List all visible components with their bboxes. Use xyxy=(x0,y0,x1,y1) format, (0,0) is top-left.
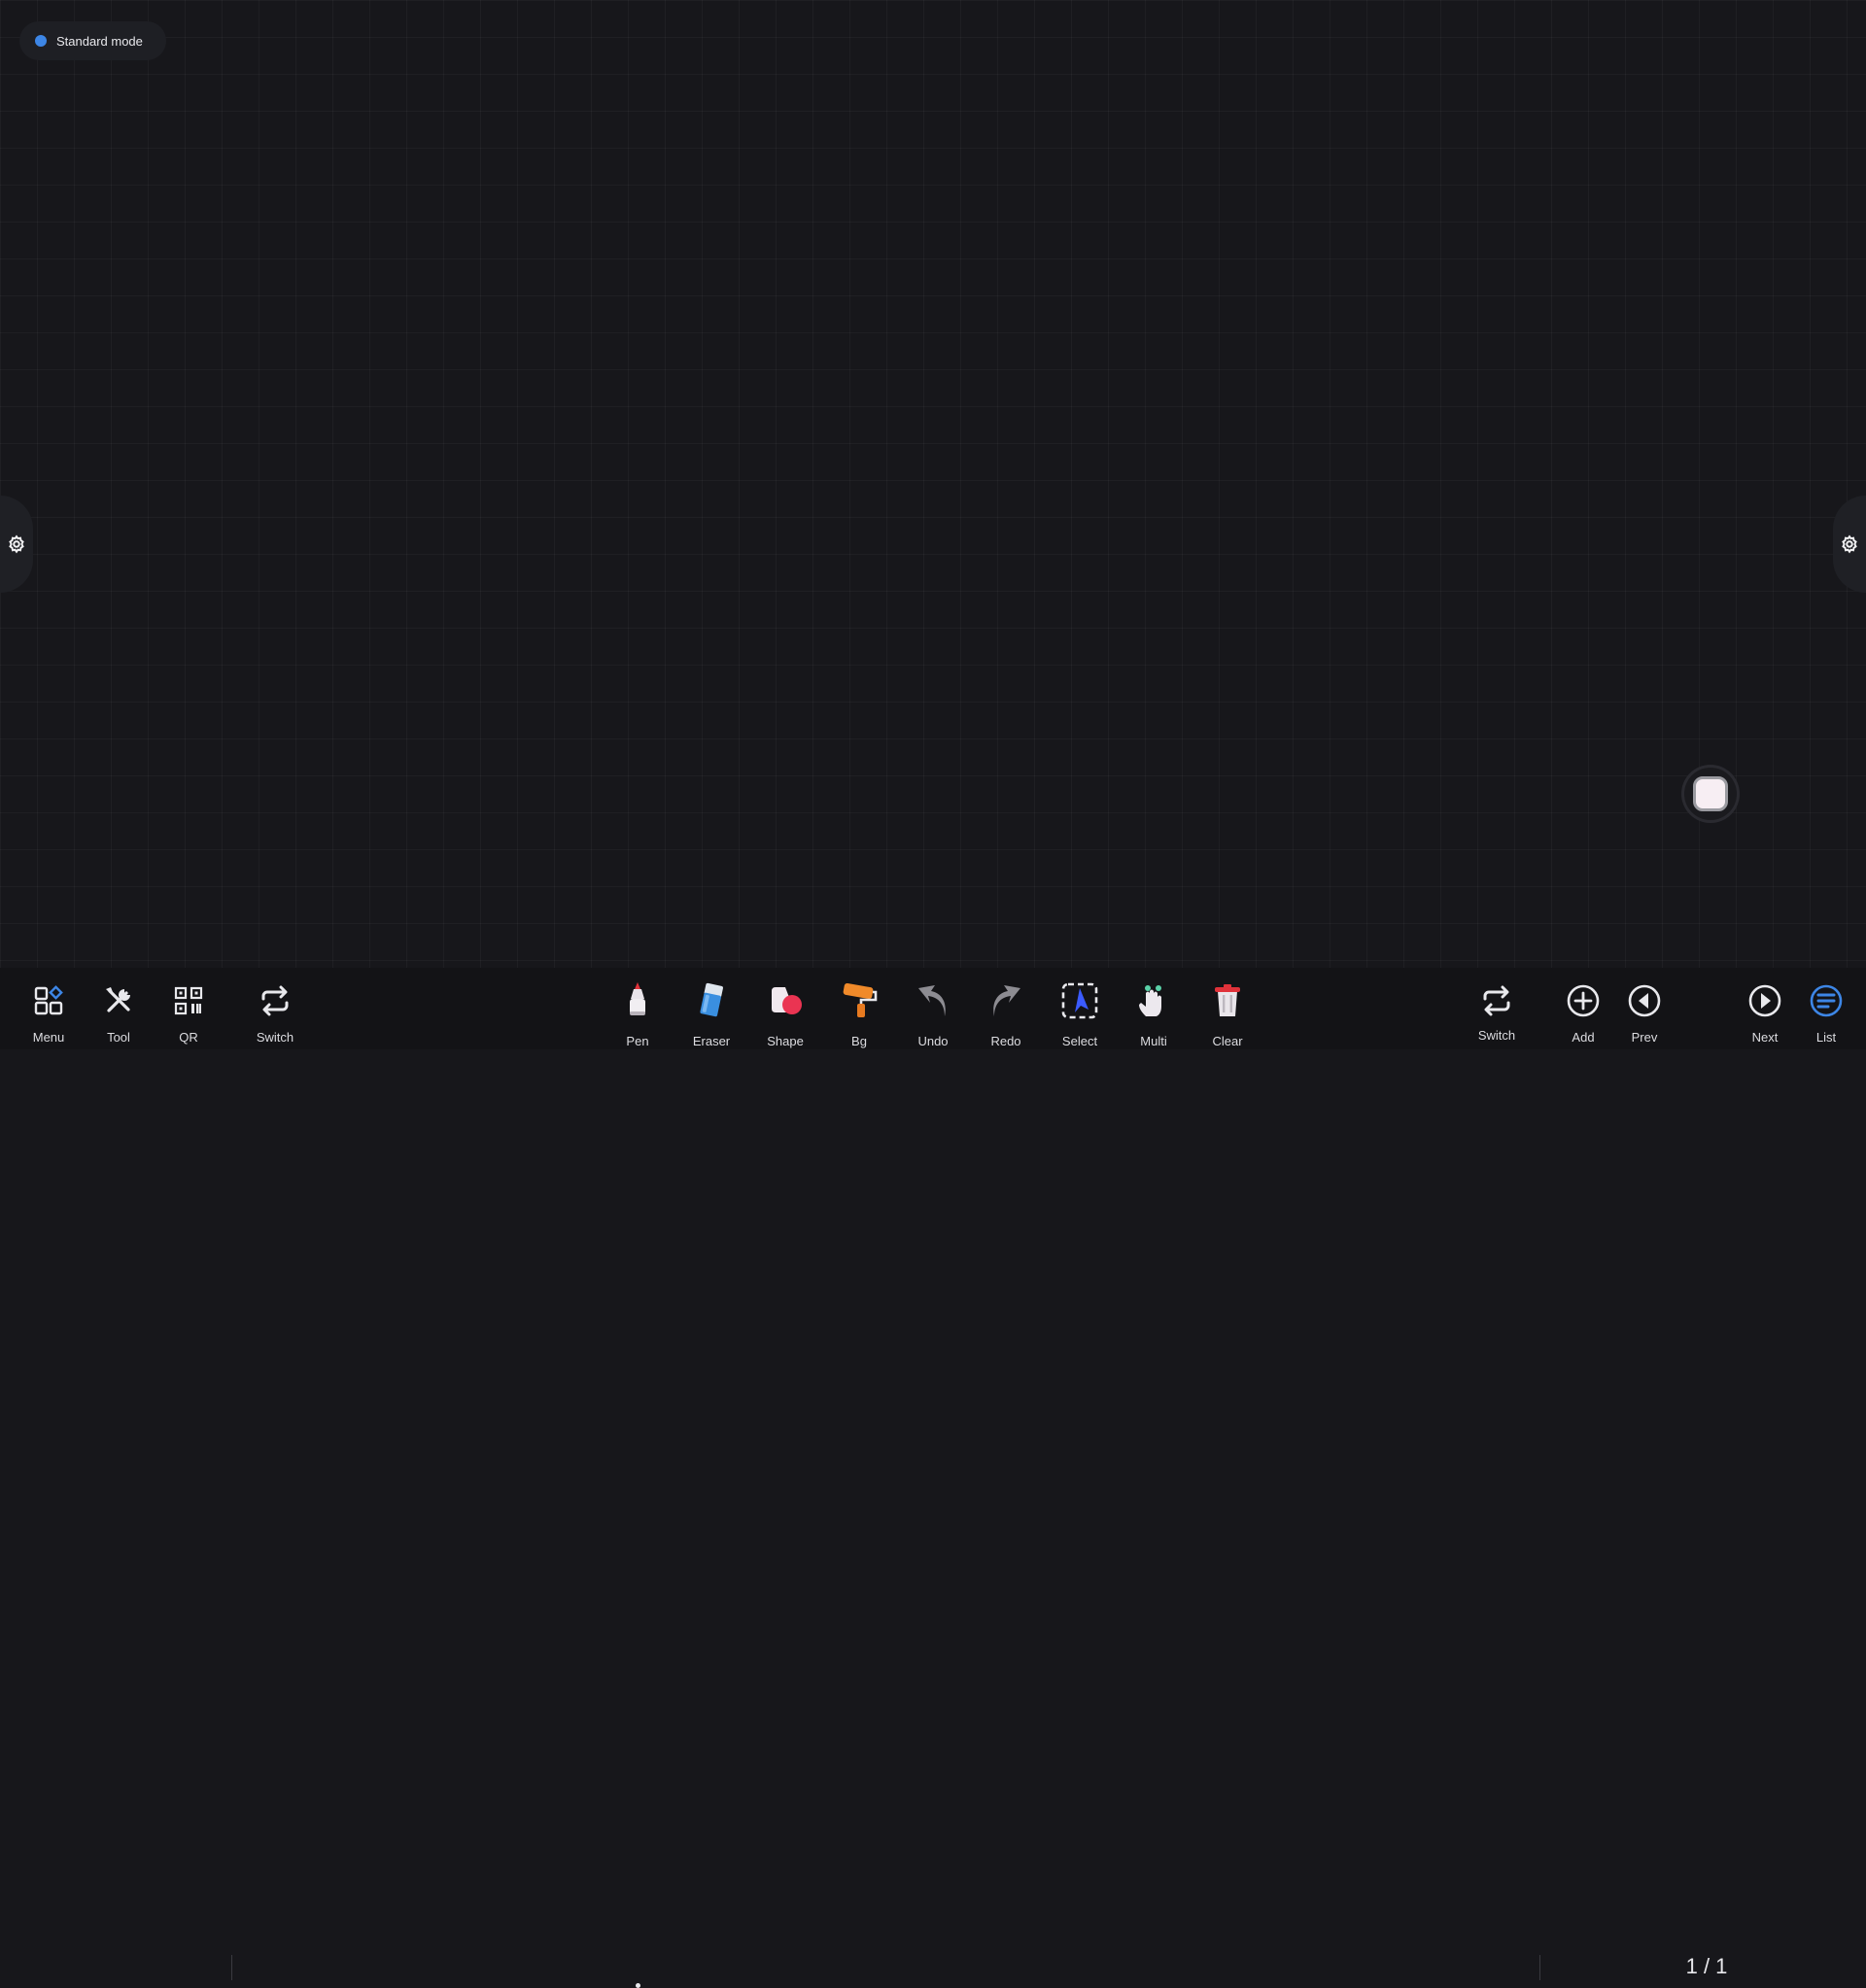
mode-status-dot xyxy=(35,35,47,47)
redo-label: Redo xyxy=(990,1034,1021,1048)
shape-button[interactable]: Shape xyxy=(751,968,819,1049)
pen-icon xyxy=(630,982,645,1015)
bg-label: Bg xyxy=(851,1034,867,1048)
right-settings-tab[interactable] xyxy=(1833,496,1866,593)
undo-button[interactable]: Undo xyxy=(899,968,967,1049)
switch-button-right[interactable]: Switch xyxy=(1463,968,1531,1049)
redo-arrow-icon xyxy=(993,985,1020,1016)
next-page-button[interactable]: Next xyxy=(1731,968,1799,1049)
prev-label: Prev xyxy=(1631,1030,1658,1045)
mode-badge[interactable]: Standard mode xyxy=(19,21,166,60)
mode-label: Standard mode xyxy=(56,33,143,49)
paint-roller-icon xyxy=(843,982,878,1017)
prev-page-button[interactable]: Prev xyxy=(1610,968,1678,1049)
plus-circle-icon xyxy=(1567,984,1600,1017)
gear-icon xyxy=(1842,534,1857,554)
next-label: Next xyxy=(1751,1030,1779,1045)
list-label: List xyxy=(1815,1030,1837,1045)
gear-icon xyxy=(9,534,24,554)
add-page-button[interactable]: Add xyxy=(1549,968,1617,1049)
clear-label: Clear xyxy=(1212,1034,1243,1048)
menu-button[interactable]: Menu xyxy=(15,968,83,1049)
whiteboard-canvas[interactable] xyxy=(0,0,1866,968)
floating-action-button[interactable] xyxy=(1684,768,1737,820)
eraser-icon xyxy=(700,982,723,1017)
shape-icon xyxy=(772,987,802,1014)
toolbar-divider-left xyxy=(231,1955,232,1980)
trash-icon xyxy=(1215,984,1240,1016)
list-icon xyxy=(1810,984,1843,1017)
add-label: Add xyxy=(1572,1030,1595,1045)
multi-button[interactable]: Multi xyxy=(1120,968,1188,1049)
redo-button[interactable]: Redo xyxy=(972,968,1040,1049)
multi-touch-hand-icon xyxy=(1139,985,1161,1016)
eraser-label: Eraser xyxy=(692,1034,731,1048)
bg-button[interactable]: Bg xyxy=(825,968,893,1049)
pen-active-indicator xyxy=(636,1983,640,1988)
page-indicator: 1 / 1 xyxy=(1685,1954,1728,1978)
prev-circle-icon xyxy=(1628,984,1661,1017)
bottom-toolbar: Menu Tool QR Switch Pen Eraser Shape Bg … xyxy=(0,968,1866,1988)
pen-button[interactable]: Pen xyxy=(604,968,672,1049)
qr-button[interactable]: QR xyxy=(155,968,223,1049)
select-label: Select xyxy=(1061,1034,1098,1048)
tools-icon xyxy=(106,987,130,1012)
undo-arrow-icon xyxy=(918,985,946,1016)
select-button[interactable]: Select xyxy=(1046,968,1114,1049)
pen-label: Pen xyxy=(626,1034,649,1048)
multi-label: Multi xyxy=(1140,1034,1167,1048)
switch-arrows-icon xyxy=(261,985,289,1016)
grid-icon xyxy=(34,985,63,1015)
switch-arrows-icon xyxy=(1483,985,1510,1016)
select-cursor-icon xyxy=(1061,982,1098,1019)
shape-label: Shape xyxy=(767,1034,804,1048)
switch-label-right: Switch xyxy=(1477,1028,1516,1043)
tool-label: Tool xyxy=(107,1030,130,1045)
rounded-square-icon xyxy=(1693,776,1728,811)
switch-button-left[interactable]: Switch xyxy=(241,968,309,1049)
menu-label: Menu xyxy=(32,1030,65,1045)
switch-label-left: Switch xyxy=(256,1030,294,1045)
qr-label: QR xyxy=(179,1030,198,1045)
undo-label: Undo xyxy=(917,1034,949,1048)
toolbar-divider-right xyxy=(1539,1955,1540,1980)
next-circle-icon xyxy=(1748,984,1781,1017)
clear-button[interactable]: Clear xyxy=(1193,968,1261,1049)
tool-button[interactable]: Tool xyxy=(85,968,153,1049)
qr-code-icon xyxy=(174,986,203,1015)
eraser-button[interactable]: Eraser xyxy=(677,968,745,1049)
page-list-button[interactable]: List xyxy=(1792,968,1860,1049)
